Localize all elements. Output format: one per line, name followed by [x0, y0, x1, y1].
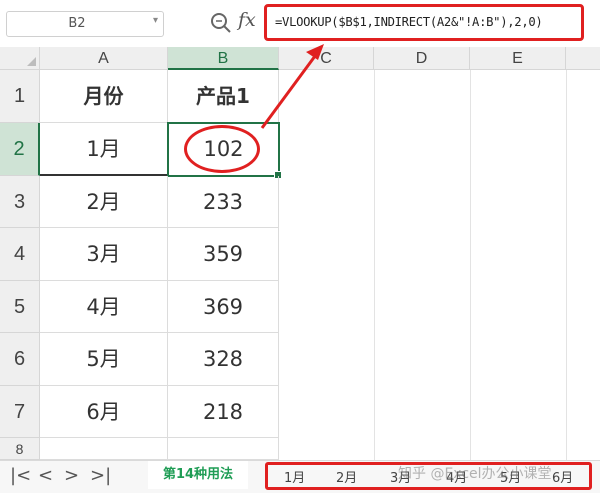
- row-header-3[interactable]: 3: [0, 176, 40, 228]
- sheet-tab[interactable]: 1月: [284, 467, 305, 486]
- last-sheet-icon[interactable]: >|: [90, 465, 111, 486]
- column-header-f[interactable]: [566, 47, 600, 70]
- row-header-6[interactable]: 6: [0, 333, 40, 386]
- column-header-e[interactable]: E: [470, 47, 566, 70]
- name-box-value: B2: [68, 16, 86, 31]
- prev-sheet-icon[interactable]: <: [38, 465, 53, 486]
- month-cell[interactable]: 2月: [40, 176, 168, 228]
- sheet-tab[interactable]: 2月: [336, 467, 357, 486]
- value-cell[interactable]: 233: [168, 176, 279, 228]
- column-header-c[interactable]: C: [279, 47, 374, 70]
- month-cell[interactable]: 6月: [40, 386, 168, 438]
- formula-input[interactable]: =VLOOKUP($B$1,INDIRECT(A2&"!A:B"),2,0): [264, 4, 584, 41]
- select-all-corner[interactable]: [0, 47, 40, 70]
- row-header-7[interactable]: 7: [0, 386, 40, 438]
- gridline: [566, 70, 567, 460]
- formula-text: =VLOOKUP($B$1,INDIRECT(A2&"!A:B"),2,0): [275, 15, 543, 29]
- sheet-tab-active[interactable]: 第14种用法: [148, 461, 248, 489]
- row-header-1[interactable]: 1: [0, 70, 40, 123]
- row-header-5[interactable]: 5: [0, 281, 40, 333]
- highlight-circle: [184, 125, 260, 173]
- sheet-tab[interactable]: 6月: [552, 467, 573, 486]
- next-sheet-icon[interactable]: >: [64, 465, 79, 486]
- row-header-2[interactable]: 2: [0, 123, 40, 176]
- header-cell-product[interactable]: 产品1: [168, 70, 279, 123]
- fx-icon[interactable]: fx: [238, 9, 256, 31]
- value-cell[interactable]: 218: [168, 386, 279, 438]
- gridline: [374, 70, 375, 460]
- month-cell[interactable]: 5月: [40, 333, 168, 386]
- row-header-4[interactable]: 4: [0, 228, 40, 281]
- value-cell[interactable]: 369: [168, 281, 279, 333]
- empty-cell[interactable]: [168, 438, 279, 460]
- first-sheet-icon[interactable]: |<: [10, 465, 31, 486]
- zoom-search-icon[interactable]: [208, 10, 234, 36]
- column-header-b[interactable]: B: [168, 47, 279, 70]
- column-header-a[interactable]: A: [40, 47, 168, 70]
- sheet-tab-bar: |< < > >| 第14种用法 1月 2月 3月 4月 5月 6月 知乎 @E…: [0, 460, 600, 493]
- formula-bar: B2 ▾ fx =VLOOKUP($B$1,INDIRECT(A2&"!A:B"…: [0, 0, 600, 46]
- value-cell[interactable]: 328: [168, 333, 279, 386]
- watermark: 知乎 @Excel办公小课堂: [398, 466, 552, 482]
- header-cell-month[interactable]: 月份: [40, 70, 168, 123]
- empty-cell[interactable]: [40, 438, 168, 460]
- name-box[interactable]: B2 ▾: [6, 11, 164, 37]
- row-header-8[interactable]: 8: [0, 438, 40, 460]
- value-cell[interactable]: 359: [168, 228, 279, 281]
- month-cell[interactable]: 3月: [40, 228, 168, 281]
- month-cell[interactable]: 1月: [40, 123, 168, 176]
- chevron-down-icon[interactable]: ▾: [153, 15, 158, 26]
- column-header-d[interactable]: D: [374, 47, 470, 70]
- month-cell[interactable]: 4月: [40, 281, 168, 333]
- gridline: [470, 70, 471, 460]
